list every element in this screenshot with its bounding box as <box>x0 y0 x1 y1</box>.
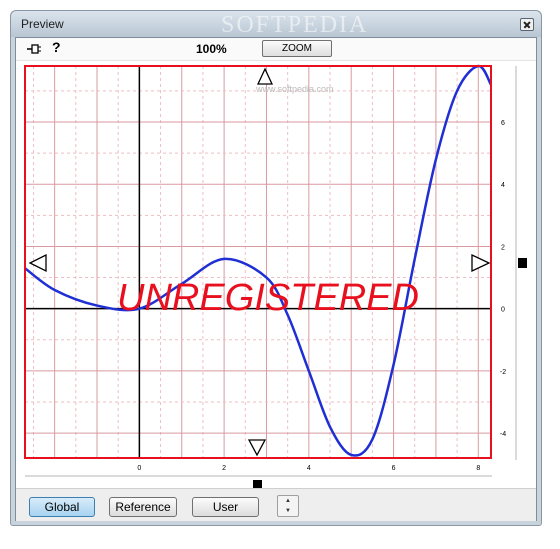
zoom-level: 100% <box>196 42 227 56</box>
bottom-bar: Global Reference User ▲ ▼ <box>16 488 536 521</box>
y-tick-label: 4 <box>501 182 505 189</box>
y-tick-label: 2 <box>501 244 505 251</box>
pin-icon[interactable] <box>26 43 42 55</box>
help-icon[interactable]: ? <box>52 39 61 55</box>
reference-button[interactable]: Reference <box>109 497 177 517</box>
x-tick-label: 2 <box>222 465 226 472</box>
watermark: SOFTPEDIA <box>221 12 369 38</box>
user-button[interactable]: User <box>192 497 259 517</box>
y-tick-labels: 6 4 2 0 -2 -4 <box>500 120 506 438</box>
window-title: Preview <box>21 17 64 31</box>
spin-down-icon[interactable]: ▼ <box>278 506 298 516</box>
curve-line <box>24 64 493 457</box>
grid <box>25 66 491 458</box>
y-tick-label: -2 <box>500 369 506 376</box>
spinner[interactable]: ▲ ▼ <box>277 495 299 517</box>
watermark-small: www.softpedia.com <box>255 84 334 94</box>
vertical-slider-thumb[interactable] <box>518 258 527 268</box>
title-bar: Preview SOFTPEDIA <box>11 11 541 38</box>
plot-frame <box>24 65 492 459</box>
y-tick-label: 6 <box>501 120 505 127</box>
horizontal-slider-thumb[interactable] <box>253 480 262 488</box>
y-tick-label: 0 <box>501 307 505 314</box>
pan-right-arrow-icon[interactable] <box>471 253 491 273</box>
toolbar: ? 100% ZOOM <box>16 38 536 61</box>
spin-up-icon[interactable]: ▲ <box>278 496 298 506</box>
preview-client-area: ? 100% ZOOM www.softpedia.com UNREGISTER… <box>15 37 537 521</box>
x-tick-label: 4 <box>307 465 311 472</box>
preview-window: Preview SOFTPEDIA ? 100% ZOOM www.softpe… <box>10 10 542 526</box>
unregistered-overlay: UNREGISTERED <box>117 277 419 319</box>
pan-down-arrow-icon[interactable] <box>247 439 267 457</box>
x-tick-labels: 0 2 4 6 8 <box>137 465 480 472</box>
x-tick-label: 6 <box>392 465 396 472</box>
pan-left-arrow-icon[interactable] <box>28 253 47 273</box>
x-tick-label: 8 <box>476 465 480 472</box>
pan-up-arrow-icon[interactable] <box>256 67 274 85</box>
global-button[interactable]: Global <box>29 497 95 517</box>
x-tick-label: 0 <box>137 465 141 472</box>
zoom-button[interactable]: ZOOM <box>262 40 332 57</box>
close-button[interactable] <box>520 18 534 31</box>
plot-area: www.softpedia.com UNREGISTERED 0 2 4 6 8 6 4 2… <box>24 64 527 488</box>
y-tick-label: -4 <box>500 431 506 438</box>
